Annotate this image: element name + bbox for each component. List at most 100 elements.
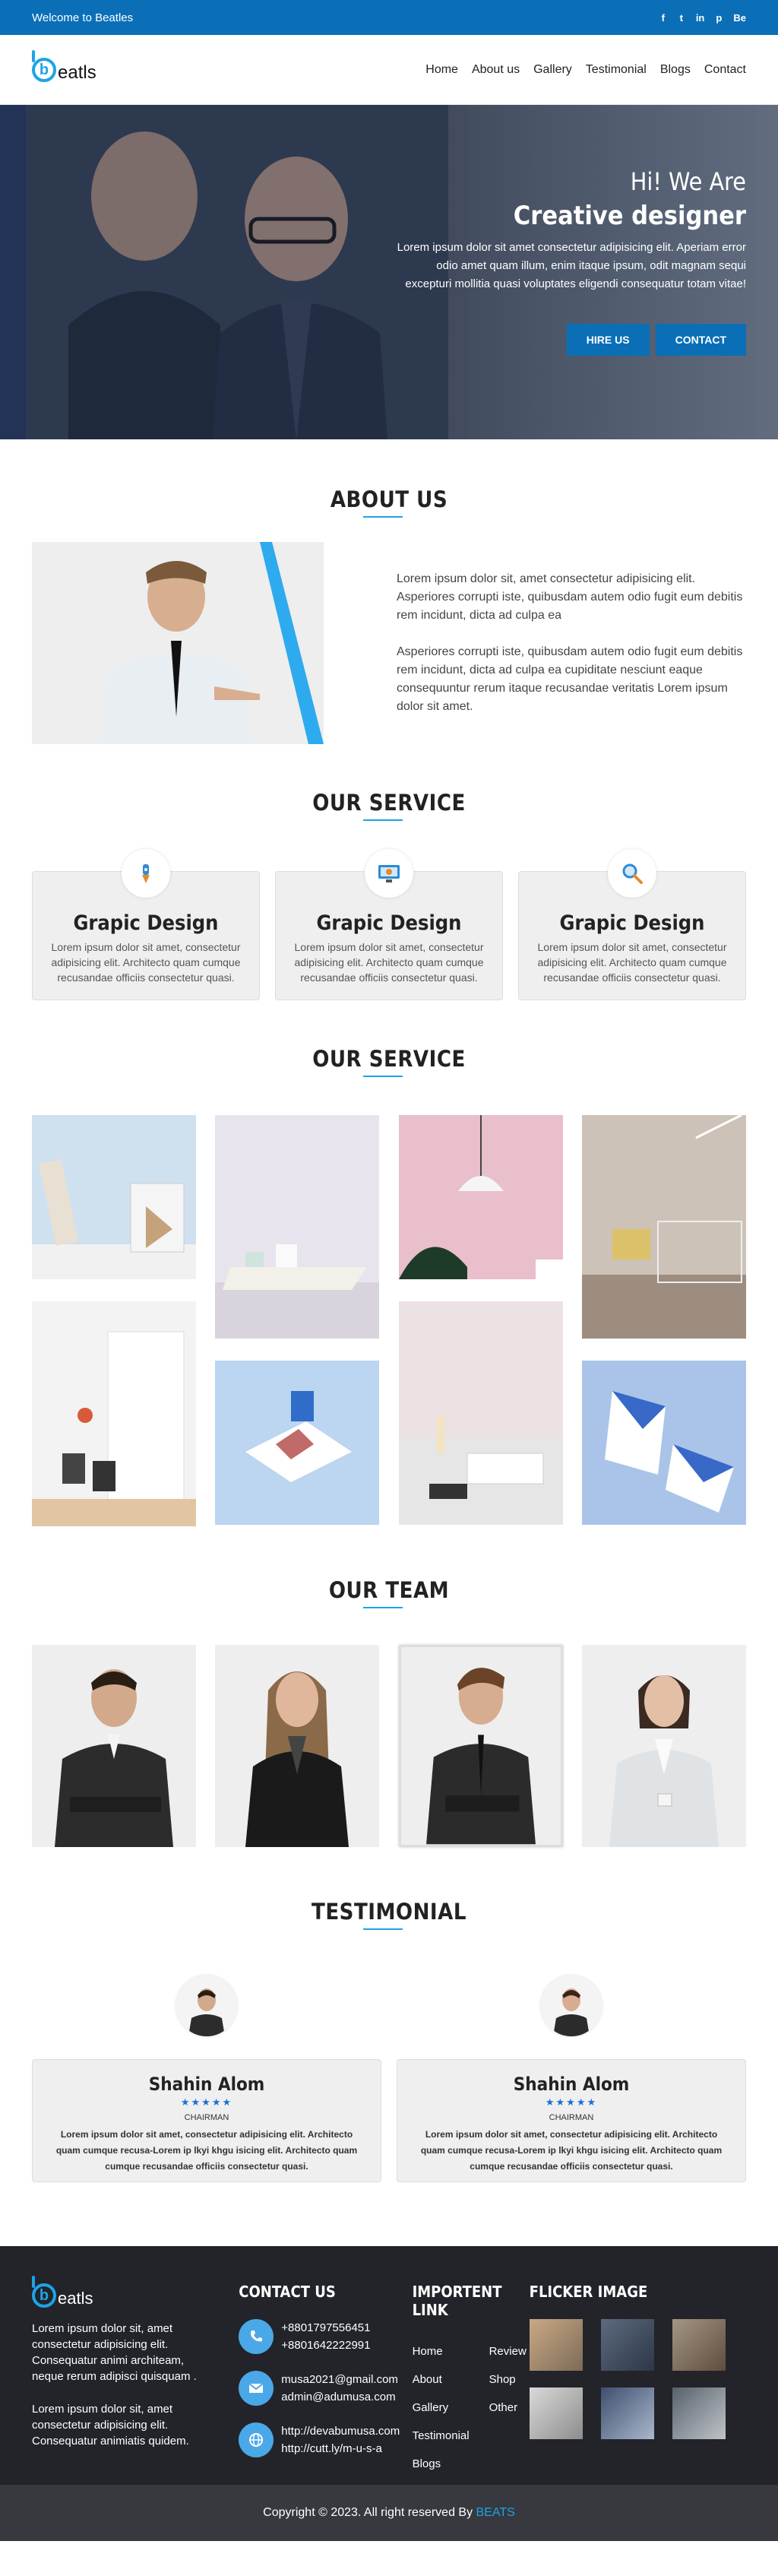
- linkedin-icon[interactable]: in: [696, 12, 705, 24]
- nav-testimonial[interactable]: Testimonial: [586, 63, 647, 77]
- service-card-text: Lorem ipsum dolor sit amet, consectetur …: [51, 941, 241, 984]
- testimonial-quote: Lorem ipsum dolor sit amet, consectetur …: [420, 2129, 723, 2172]
- gallery-image[interactable]: [581, 1361, 746, 1525]
- monitor-icon: [365, 849, 413, 898]
- flicker-thumbnail[interactable]: [600, 2387, 654, 2439]
- pen-tool-icon: [122, 849, 170, 898]
- copyright-bar: Copyright © 2023. All right reserved By …: [0, 2485, 778, 2541]
- hero-banner: Hi! We Are Creative designer Lorem ipsum…: [0, 105, 778, 439]
- footer-about-text: Lorem ipsum dolor sit, amet consectetur …: [32, 2322, 197, 2383]
- contact-button[interactable]: CONTACT: [655, 324, 746, 356]
- testimonial-card: Shahin Alom ★★★★★ CHAIRMAN Lorem ipsum d…: [32, 1976, 381, 2182]
- phone-icon: [239, 2319, 274, 2354]
- globe-icon: [239, 2422, 274, 2457]
- nav-blogs[interactable]: Blogs: [660, 63, 691, 77]
- footer-logo[interactable]: b eatls: [32, 2276, 205, 2308]
- title-underline: [363, 516, 403, 518]
- footer-link-about[interactable]: About: [413, 2365, 470, 2394]
- logo-text: eatls: [58, 62, 96, 83]
- logo-mark: b: [32, 2276, 56, 2308]
- title-underline: [363, 819, 403, 821]
- gallery-image[interactable]: [398, 1301, 563, 1525]
- gallery-image[interactable]: [581, 1114, 746, 1339]
- star-rating: ★★★★★: [545, 2096, 598, 2108]
- facebook-icon[interactable]: f: [659, 12, 667, 24]
- hero-left-stripe: [0, 105, 26, 439]
- hero-content: Hi! We Are Creative designer Lorem ipsum…: [397, 167, 746, 356]
- logo-mark: b: [32, 50, 56, 82]
- gallery-title-text: OUR SERVICE: [312, 1046, 466, 1072]
- footer-links: IMPORTENT LINK Home About Gallery Testim…: [413, 2283, 530, 2478]
- services-title: OUR SERVICE: [32, 790, 746, 821]
- hero-text: Lorem ipsum dolor sit amet consectetur a…: [397, 241, 746, 290]
- behance-icon[interactable]: Be: [733, 12, 746, 24]
- gallery-image[interactable]: [32, 1115, 196, 1279]
- copyright-brand[interactable]: BEATS: [476, 2506, 515, 2519]
- pinterest-icon[interactable]: p: [715, 12, 723, 24]
- hire-us-button[interactable]: HIRE US: [566, 324, 650, 356]
- nav-home[interactable]: Home: [425, 63, 458, 77]
- site-logo[interactable]: b eatls: [32, 50, 96, 84]
- footer-link-other[interactable]: Other: [489, 2394, 527, 2422]
- copyright-text: Copyright © 2023. All right reserved By: [263, 2506, 476, 2519]
- team-member-card[interactable]: [398, 1645, 563, 1847]
- title-underline: [363, 1928, 403, 1930]
- footer-about-text: Lorem ipsum dolor sit, amet consectetur …: [32, 2403, 189, 2448]
- gallery-image[interactable]: [215, 1361, 380, 1525]
- nav-about[interactable]: About us: [472, 63, 520, 77]
- gallery-image[interactable]: [32, 1301, 196, 1526]
- phone-number[interactable]: +8801642222991: [281, 2337, 370, 2354]
- service-card-title: Grapic Design: [73, 911, 219, 935]
- testimonial-quote: Lorem ipsum dolor sit amet, consectetur …: [55, 2129, 358, 2172]
- flicker-thumbnail[interactable]: [672, 2319, 726, 2371]
- testimonial-section: TESTIMONIAL Shahin Alom ★★★★★ CHAIRMAN L…: [0, 1847, 778, 2182]
- top-bar: Welcome to Beatles f t in p Be: [0, 0, 778, 35]
- testimonial-title-text: TESTIMONIAL: [312, 1899, 466, 1925]
- hero-buttons: HIRE US CONTACT: [397, 324, 746, 356]
- magnifier-icon: [608, 849, 656, 898]
- testimonial-role: CHAIRMAN: [184, 2113, 229, 2122]
- team-title-text: OUR TEAM: [328, 1577, 450, 1603]
- footer-links-title: IMPORTENT LINK: [412, 2283, 502, 2319]
- flicker-thumbnail[interactable]: [672, 2387, 726, 2439]
- title-underline: [363, 1076, 403, 1077]
- footer-link-gallery[interactable]: Gallery: [413, 2394, 470, 2422]
- service-card[interactable]: Grapic Design Lorem ipsum dolor sit amet…: [518, 849, 746, 1000]
- testimonial-name: Shahin Alom: [148, 2074, 265, 2095]
- footer-link-shop[interactable]: Shop: [489, 2365, 527, 2394]
- about-paragraph: Lorem ipsum dolor sit, amet consectetur …: [397, 572, 743, 622]
- footer-link-home[interactable]: Home: [413, 2337, 470, 2365]
- footer-link-blogs[interactable]: Blogs: [413, 2450, 470, 2478]
- footer-flicker-title: FLICKER IMAGE: [529, 2283, 648, 2301]
- service-card[interactable]: Grapic Design Lorem ipsum dolor sit amet…: [32, 849, 260, 1000]
- footer-link-testimonial[interactable]: Testimonial: [413, 2422, 470, 2450]
- social-links: f t in p Be: [659, 12, 746, 24]
- flicker-thumbnail[interactable]: [529, 2387, 583, 2439]
- about-title-text: ABOUT US: [330, 486, 448, 512]
- gallery-image[interactable]: [398, 1115, 563, 1279]
- email-link[interactable]: musa2021@gmail.com: [281, 2371, 398, 2388]
- footer-about: b eatls Lorem ipsum dolor sit, amet cons…: [32, 2276, 205, 2478]
- title-underline: [363, 1607, 403, 1608]
- website-link[interactable]: http://devabumusa.com: [281, 2422, 400, 2440]
- main-nav: Home About us Gallery Testimonial Blogs …: [425, 63, 746, 77]
- flicker-thumbnail[interactable]: [600, 2319, 654, 2371]
- flicker-thumbnail[interactable]: [529, 2319, 583, 2371]
- website-link[interactable]: http://cutt.ly/m-u-s-a: [281, 2440, 400, 2457]
- team-member-card[interactable]: [32, 1645, 196, 1847]
- services-section: OUR SERVICE Grapic Design Lorem ipsum do…: [0, 744, 778, 1000]
- testimonial-title: TESTIMONIAL: [32, 1899, 746, 1930]
- service-card[interactable]: Grapic Design Lorem ipsum dolor sit amet…: [275, 849, 503, 1000]
- twitter-icon[interactable]: t: [678, 12, 685, 24]
- testimonial-name: Shahin Alom: [513, 2074, 630, 2095]
- footer-contact-title: CONTACT US: [239, 2283, 336, 2301]
- footer-link-review[interactable]: Review: [489, 2337, 527, 2365]
- site-footer: b eatls Lorem ipsum dolor sit, amet cons…: [0, 2246, 778, 2485]
- nav-contact[interactable]: Contact: [704, 63, 746, 77]
- email-link[interactable]: admin@adumusa.com: [281, 2388, 398, 2406]
- team-member-card[interactable]: [581, 1645, 746, 1847]
- gallery-image[interactable]: [215, 1115, 380, 1339]
- team-member-card[interactable]: [215, 1645, 380, 1847]
- nav-gallery[interactable]: Gallery: [533, 63, 572, 77]
- phone-number[interactable]: +8801797556451: [281, 2319, 370, 2337]
